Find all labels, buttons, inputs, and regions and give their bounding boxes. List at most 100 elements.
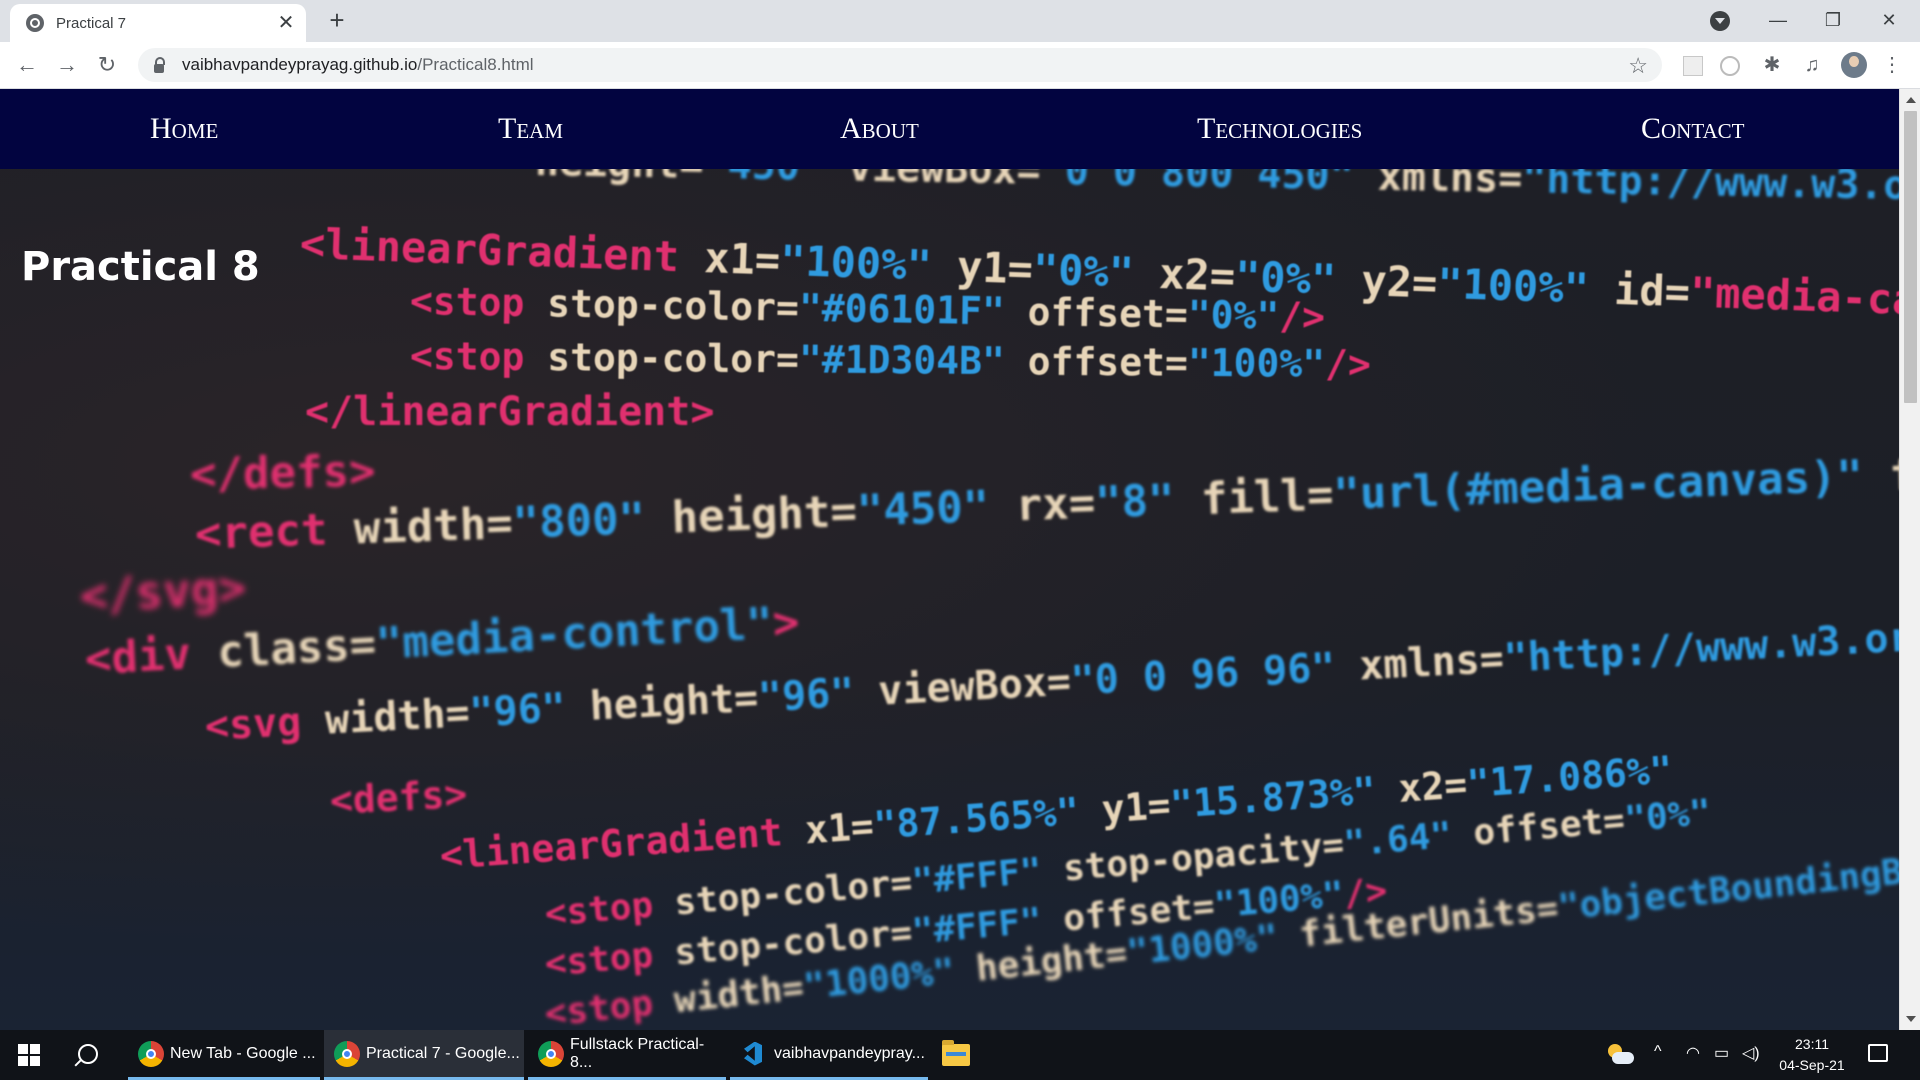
tab-search-icon[interactable] bbox=[1710, 11, 1730, 31]
code-token: <div bbox=[83, 628, 193, 685]
code-token: "8" bbox=[1094, 474, 1176, 529]
code-token: stop-color= bbox=[524, 334, 800, 382]
site-navbar: Home Team About Technologies Contact bbox=[0, 89, 1899, 169]
windows-taskbar: New Tab - Google ... Practical 7 - Googl… bbox=[0, 1030, 1920, 1080]
back-button[interactable]: ← bbox=[12, 50, 42, 80]
code-token: "1000%" bbox=[1124, 917, 1281, 974]
file-explorer-icon[interactable] bbox=[942, 1040, 970, 1066]
code-token: "0%" bbox=[1032, 244, 1135, 298]
chrome-icon bbox=[538, 1040, 564, 1067]
taskbar-item-new-tab[interactable]: New Tab - Google ... bbox=[128, 1030, 320, 1080]
code-token: offset= bbox=[1039, 885, 1217, 942]
scrollbar-thumb[interactable] bbox=[1904, 111, 1917, 403]
extension-timer-icon[interactable] bbox=[1720, 56, 1740, 76]
code-token: y1= bbox=[930, 241, 1034, 294]
media-control-icon[interactable]: ♫ bbox=[1800, 53, 1824, 77]
code-token: offset= bbox=[1004, 339, 1189, 385]
code-token: "media-control" bbox=[374, 597, 775, 670]
url-text[interactable]: vaibhavpandeyprayag.github.io/Practical8… bbox=[182, 55, 534, 75]
code-token: offset= bbox=[1450, 799, 1627, 856]
scroll-down-arrow[interactable] bbox=[1906, 1016, 1916, 1022]
code-line: <div class="media-control"> bbox=[84, 597, 801, 685]
code-token: <rect bbox=[194, 504, 329, 560]
nav-about-link[interactable]: About bbox=[840, 89, 919, 169]
code-token: fill= bbox=[1173, 469, 1335, 526]
new-tab-button[interactable]: + bbox=[323, 6, 351, 34]
taskbar-item-label: vaibhavpandeypray... bbox=[774, 1044, 925, 1062]
code-line: <stop stop-color="#06101F" offset="0%"/> bbox=[410, 279, 1326, 339]
code-line: <stop stop-color="#FFF" offset="100%"/> bbox=[543, 870, 1389, 985]
code-token: <stop bbox=[543, 884, 655, 935]
reload-button[interactable]: ↻ bbox=[92, 50, 122, 80]
vscode-icon bbox=[740, 1041, 766, 1067]
nav-contact-link[interactable]: Contact bbox=[1641, 89, 1745, 169]
browser-tab-strip: Practical 7 ✕ + — ❐ ✕ bbox=[0, 0, 1920, 42]
notification-center-icon[interactable] bbox=[1868, 1044, 1888, 1062]
profile-avatar[interactable] bbox=[1841, 52, 1867, 78]
code-token: width= bbox=[326, 497, 514, 556]
maximize-button[interactable]: ❐ bbox=[1810, 4, 1856, 36]
tab-title: Practical 7 bbox=[56, 14, 127, 32]
battery-icon[interactable]: ▭ bbox=[1714, 1043, 1729, 1063]
taskbar-clock[interactable]: 23:11 04-Sep-21 bbox=[1772, 1034, 1852, 1076]
scroll-up-arrow[interactable] bbox=[1906, 97, 1916, 103]
code-token: "17.086%" bbox=[1465, 747, 1674, 807]
code-token: width= bbox=[650, 966, 806, 1024]
code-token: "#06101F" bbox=[798, 285, 1006, 334]
code-token: stop-color= bbox=[651, 861, 914, 926]
code-token: "0%" bbox=[1187, 292, 1280, 339]
address-bar[interactable]: vaibhavpandeyprayag.github.io/Practical8… bbox=[138, 48, 1662, 82]
code-token: "0%" bbox=[1234, 251, 1338, 305]
code-token: class= bbox=[189, 618, 378, 680]
code-token: "100%" bbox=[1187, 340, 1326, 386]
volume-icon[interactable]: ◁) bbox=[1742, 1043, 1760, 1063]
code-token: "100%" bbox=[1436, 258, 1590, 313]
browser-toolbar: ← → ↻ vaibhavpandeyprayag.github.io/Prac… bbox=[0, 42, 1920, 89]
code-line: </svg> bbox=[79, 560, 248, 623]
tray-chevron-icon[interactable]: ^ bbox=[1654, 1043, 1662, 1061]
wifi-icon[interactable]: ◠ bbox=[1686, 1043, 1700, 1063]
code-token: "100%" bbox=[1212, 874, 1346, 927]
weather-icon[interactable] bbox=[1606, 1042, 1634, 1066]
forward-button[interactable]: → bbox=[52, 50, 82, 80]
code-token: "0 0 96 96" bbox=[1069, 644, 1337, 705]
code-token: y1= bbox=[1077, 782, 1172, 834]
minimize-button[interactable]: — bbox=[1755, 4, 1801, 36]
code-line: <linearGradient x1="100%" y1="0%" x2="0%… bbox=[299, 219, 1899, 329]
nav-team-link[interactable]: Team bbox=[498, 89, 563, 169]
code-token: "800" bbox=[511, 493, 646, 549]
taskbar-item-fullstack[interactable]: Fullstack Practical-8... bbox=[528, 1030, 726, 1080]
browser-tab-active[interactable]: Practical 7 ✕ bbox=[10, 4, 306, 42]
extensions-puzzle-icon[interactable]: ✱ bbox=[1760, 53, 1784, 77]
browser-menu-icon[interactable]: ⋮ bbox=[1880, 53, 1904, 77]
code-token: /> bbox=[1342, 870, 1389, 916]
search-icon[interactable] bbox=[78, 1044, 98, 1064]
taskbar-item-vscode[interactable]: vaibhavpandeypray... bbox=[730, 1030, 928, 1080]
code-token: "media-canvas" bbox=[1689, 267, 1899, 329]
window-close-button[interactable]: ✕ bbox=[1866, 4, 1912, 36]
page-scrollbar[interactable] bbox=[1899, 89, 1920, 1030]
nav-home-link[interactable]: Home bbox=[150, 89, 218, 169]
extension-icon[interactable] bbox=[1683, 56, 1703, 76]
globe-icon bbox=[26, 14, 44, 32]
tab-close-icon[interactable]: ✕ bbox=[276, 13, 296, 33]
nav-technologies-link[interactable]: Technologies bbox=[1197, 89, 1362, 169]
taskbar-item-practical-7[interactable]: Practical 7 - Google... bbox=[324, 1030, 524, 1080]
code-token: "100%" bbox=[779, 235, 933, 291]
code-token: > bbox=[771, 596, 801, 649]
url-path: /Practical8.html bbox=[417, 55, 534, 74]
code-token: <stop bbox=[409, 279, 525, 325]
code-token: /> bbox=[1278, 294, 1326, 339]
code-token: width= bbox=[299, 690, 471, 745]
windows-start-icon[interactable] bbox=[18, 1044, 40, 1066]
page-viewport: </defs>height="450" viewBox="0 0 800 450… bbox=[0, 89, 1899, 1030]
code-token: rx= bbox=[988, 477, 1097, 533]
clock-time: 23:11 bbox=[1795, 1036, 1829, 1052]
lock-icon[interactable] bbox=[154, 56, 165, 73]
bookmark-star-icon[interactable]: ☆ bbox=[1628, 53, 1648, 79]
code-token: x2= bbox=[1133, 248, 1236, 301]
code-token: "#FFF" bbox=[910, 850, 1044, 903]
code-token: height= bbox=[644, 485, 858, 545]
code-token: x1= bbox=[678, 232, 782, 285]
code-token: height= bbox=[564, 675, 760, 732]
